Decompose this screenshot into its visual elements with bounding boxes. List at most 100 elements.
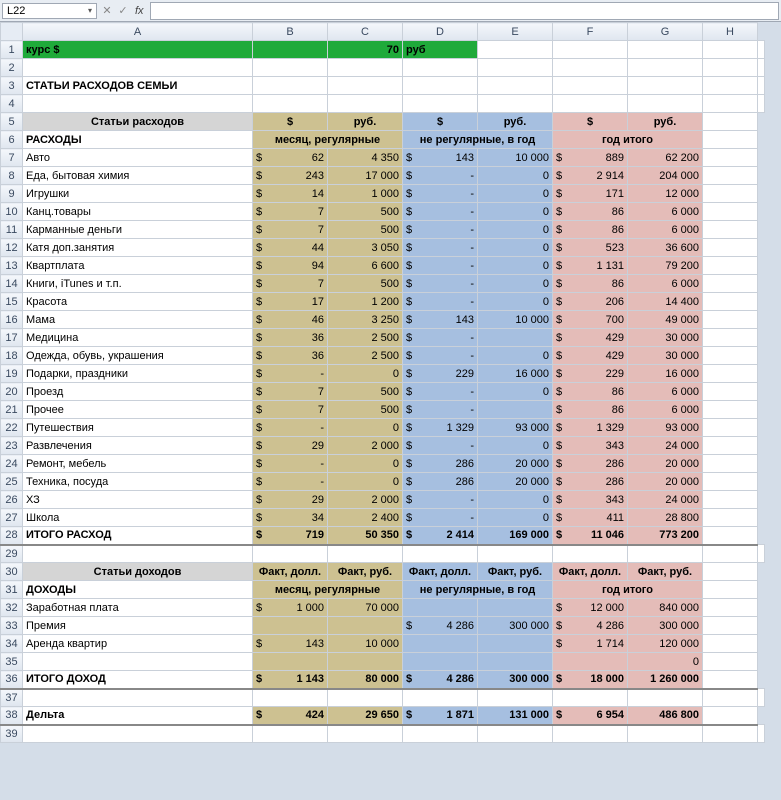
cell[interactable]: $- [403,167,478,185]
cell[interactable]: Техника, посуда [23,473,253,491]
cell[interactable]: 1 000 [328,185,403,203]
col-header-H[interactable]: H [703,23,758,41]
cell[interactable] [628,689,703,707]
cell[interactable] [253,617,328,635]
cell[interactable]: Игрушки [23,185,253,203]
cell[interactable]: 3 050 [328,239,403,257]
cell[interactable]: $86 [553,401,628,419]
cell[interactable] [403,635,478,653]
cell[interactable] [328,689,403,707]
row-header-36[interactable]: 36 [1,671,23,689]
cell[interactable]: месяц, регулярные [253,131,403,149]
cell[interactable]: Мама [23,311,253,329]
cell[interactable]: $- [403,221,478,239]
cell[interactable]: 2 000 [328,491,403,509]
cell[interactable]: $229 [403,365,478,383]
cell[interactable]: 2 000 [328,437,403,455]
cell[interactable]: 0 [478,257,553,275]
col-header-B[interactable]: B [253,23,328,41]
cell[interactable]: год итого [553,581,703,599]
row-header-24[interactable]: 24 [1,455,23,473]
cell[interactable]: 300 000 [628,617,703,635]
cell[interactable]: ДОХОДЫ [23,581,253,599]
cell[interactable] [703,725,758,743]
cell[interactable]: $11 046 [553,527,628,545]
cell[interactable] [703,347,758,365]
cell[interactable]: Статьи доходов [23,563,253,581]
cell[interactable] [328,545,403,563]
cell[interactable]: 20 000 [628,455,703,473]
cell[interactable]: $36 [253,329,328,347]
cell[interactable]: $34 [253,509,328,527]
cell[interactable]: Факт, долл. [253,563,328,581]
cell[interactable] [758,77,765,95]
cell[interactable] [703,437,758,455]
row-header-7[interactable]: 7 [1,149,23,167]
cell[interactable] [703,509,758,527]
cell[interactable] [553,725,628,743]
cell[interactable]: $- [403,509,478,527]
cell[interactable]: 840 000 [628,599,703,617]
row-header-19[interactable]: 19 [1,365,23,383]
cell[interactable] [23,545,253,563]
cell[interactable] [253,59,328,77]
cell[interactable] [628,59,703,77]
cell[interactable]: 12 000 [628,185,703,203]
cell[interactable]: $17 [253,293,328,311]
cell[interactable]: 6 000 [628,275,703,293]
cell[interactable]: $1 329 [403,419,478,437]
cell[interactable] [703,365,758,383]
cell[interactable]: 204 000 [628,167,703,185]
row-header-33[interactable]: 33 [1,617,23,635]
cell[interactable]: $- [403,275,478,293]
cell[interactable] [553,95,628,113]
cell[interactable]: $29 [253,437,328,455]
cell[interactable]: Еда, бытовая химия [23,167,253,185]
cell[interactable]: Школа [23,509,253,527]
cell[interactable] [703,131,758,149]
section-title[interactable]: СТАТЬИ РАСХОДОВ СЕМЬИ [23,77,253,95]
cell[interactable]: ИТОГО ДОХОД [23,671,253,689]
cell[interactable] [478,401,553,419]
cell[interactable]: Квартплата [23,257,253,275]
cell[interactable]: 0 [628,653,703,671]
row-header-1[interactable]: 1 [1,41,23,59]
cell[interactable]: $86 [553,203,628,221]
cell[interactable]: $286 [553,473,628,491]
cell[interactable]: 4 350 [328,149,403,167]
cell[interactable] [478,689,553,707]
cell[interactable] [478,599,553,617]
cell[interactable] [703,275,758,293]
cell[interactable]: $429 [553,329,628,347]
row-header-10[interactable]: 10 [1,203,23,221]
cell[interactable]: Проезд [23,383,253,401]
row-header-21[interactable]: 21 [1,401,23,419]
cell[interactable] [703,77,758,95]
cell[interactable] [403,599,478,617]
cell[interactable]: $- [403,347,478,365]
cell[interactable]: $143 [403,311,478,329]
cell[interactable]: $1 871 [403,707,478,725]
cell[interactable] [478,545,553,563]
cell[interactable]: 0 [478,293,553,311]
cell[interactable]: руб. [478,113,553,131]
cell[interactable]: 300 000 [478,671,553,689]
cell[interactable] [23,689,253,707]
cell[interactable] [403,725,478,743]
cell[interactable] [703,635,758,653]
cell[interactable] [703,707,758,725]
cell[interactable] [628,95,703,113]
cell[interactable]: 500 [328,221,403,239]
cell[interactable]: Красота [23,293,253,311]
cell[interactable]: 0 [328,365,403,383]
cell[interactable] [703,689,758,707]
cell[interactable] [703,527,758,545]
fx-icon[interactable]: fx [131,5,148,17]
cell[interactable]: 14 400 [628,293,703,311]
cell[interactable] [253,653,328,671]
row-header-2[interactable]: 2 [1,59,23,77]
cell[interactable]: $343 [553,491,628,509]
cell[interactable] [703,653,758,671]
cell[interactable] [758,545,765,563]
cell[interactable]: 0 [478,437,553,455]
